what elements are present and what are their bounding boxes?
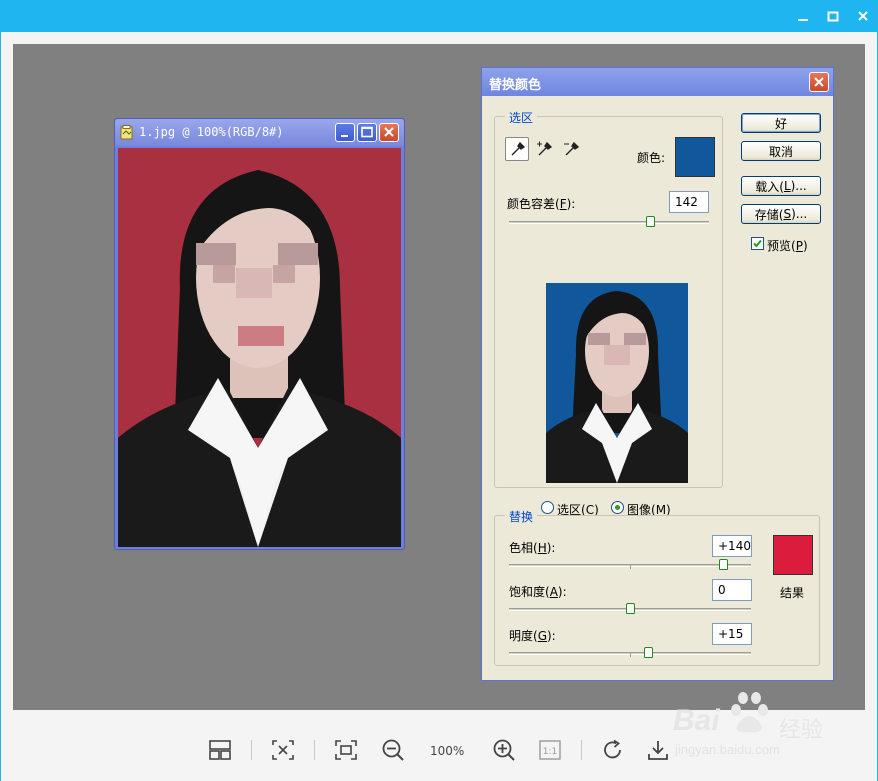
- saturation-slider-thumb[interactable]: [626, 603, 635, 614]
- photo-window-titlebar[interactable]: 1.jpg @ 100%(RGB/8#): [115, 119, 404, 146]
- hue-label: 色相(H):: [509, 541, 556, 555]
- dialog-title: 替换颜色: [489, 78, 542, 93]
- zoom-out-icon[interactable]: [380, 737, 406, 763]
- watermark-url: jingyan.baidu.com: [675, 742, 780, 757]
- close-icon[interactable]: [809, 72, 829, 92]
- fullscreen-icon[interactable]: [333, 737, 359, 763]
- lightness-slider-thumb[interactable]: [644, 647, 653, 658]
- toolbar-divider: [581, 740, 582, 760]
- viewer-titlebar: [0, 0, 878, 32]
- fuzziness-label: 颜色容差(F):: [507, 197, 576, 211]
- toolbar-divider: [314, 740, 315, 760]
- portrait-photo: [118, 148, 401, 547]
- result-label: 结果: [780, 586, 805, 600]
- lightness-input[interactable]: +15: [712, 623, 752, 645]
- selected-color-swatch[interactable]: [675, 137, 715, 177]
- lightness-label: 明度(G):: [509, 629, 556, 643]
- selection-preview-image: [546, 283, 688, 483]
- fuzziness-slider-track[interactable]: [509, 221, 709, 224]
- hue-input[interactable]: +140: [712, 535, 752, 557]
- hue-slider-thumb[interactable]: [719, 559, 728, 570]
- close-icon[interactable]: [379, 123, 399, 142]
- selection-group: 选区 颜色: 颜色容差(F): 142 选区(C) 图像(M): [494, 109, 723, 517]
- saturation-label: 饱和度(A):: [509, 585, 567, 599]
- actual-size-icon[interactable]: 1:1: [537, 737, 563, 763]
- watermark-brand: Bai: [673, 704, 720, 737]
- replace-group: 替换 色相(H): +140 饱和度(A): 0 明度(G): +15 结果: [494, 508, 820, 666]
- maximize-icon[interactable]: [357, 123, 377, 142]
- fuzziness-input[interactable]: 142: [669, 191, 709, 213]
- fit-icon[interactable]: [270, 737, 296, 763]
- radio-image[interactable]: [611, 501, 624, 514]
- replace-group-title: 替换: [505, 508, 538, 525]
- photo-document-window[interactable]: 1.jpg @ 100%(RGB/8#): [114, 118, 405, 550]
- close-icon[interactable]: [854, 7, 872, 25]
- fuzziness-slider-thumb[interactable]: [646, 216, 655, 227]
- color-label: 颜色:: [637, 151, 666, 165]
- radio-selection[interactable]: [541, 501, 554, 514]
- cancel-button[interactable]: 取消: [741, 141, 821, 161]
- minimize-icon[interactable]: [794, 7, 812, 25]
- zoom-level: 100%: [430, 744, 465, 758]
- eyedropper-icon[interactable]: [505, 137, 529, 161]
- hue-slider-center-tick: [630, 565, 631, 569]
- load-button[interactable]: 载入(L)...: [741, 176, 821, 196]
- checkmark-icon: [753, 239, 762, 248]
- preview-label: 预览(P): [767, 239, 808, 253]
- maximize-icon[interactable]: [824, 7, 842, 25]
- save-button[interactable]: 存储(S)...: [741, 204, 821, 224]
- ok-button[interactable]: 好: [741, 113, 821, 133]
- selection-group-title: 选区: [505, 109, 538, 126]
- eyedropper-minus-icon[interactable]: [559, 137, 583, 161]
- rotate-icon[interactable]: [600, 737, 626, 763]
- download-icon[interactable]: [645, 737, 671, 763]
- replace-color-dialog: 替换颜色 选区 颜色: 颜色容差(F): 142 选区(C) 图像(M) 好 取…: [481, 67, 834, 681]
- thumbnails-icon[interactable]: [207, 737, 233, 763]
- photo-window-title: 1.jpg @ 100%(RGB/8#): [139, 125, 284, 139]
- saturation-input[interactable]: 0: [712, 579, 752, 601]
- svg-text:1:1: 1:1: [543, 747, 557, 757]
- eyedropper-plus-icon[interactable]: [532, 137, 556, 161]
- watermark-brand-tail: 经验: [779, 718, 824, 743]
- toolbar-divider: [251, 740, 252, 760]
- baidu-watermark: Bai 经验 jingyan.baidu.com: [673, 690, 833, 760]
- minimize-icon[interactable]: [335, 123, 355, 142]
- preview-checkbox[interactable]: [751, 237, 764, 250]
- zoom-in-icon[interactable]: [491, 737, 517, 763]
- photoshop-file-icon: [120, 125, 133, 140]
- result-color-swatch[interactable]: [773, 535, 813, 575]
- lightness-slider-center-tick: [630, 653, 631, 657]
- dialog-titlebar[interactable]: 替换颜色: [482, 68, 833, 96]
